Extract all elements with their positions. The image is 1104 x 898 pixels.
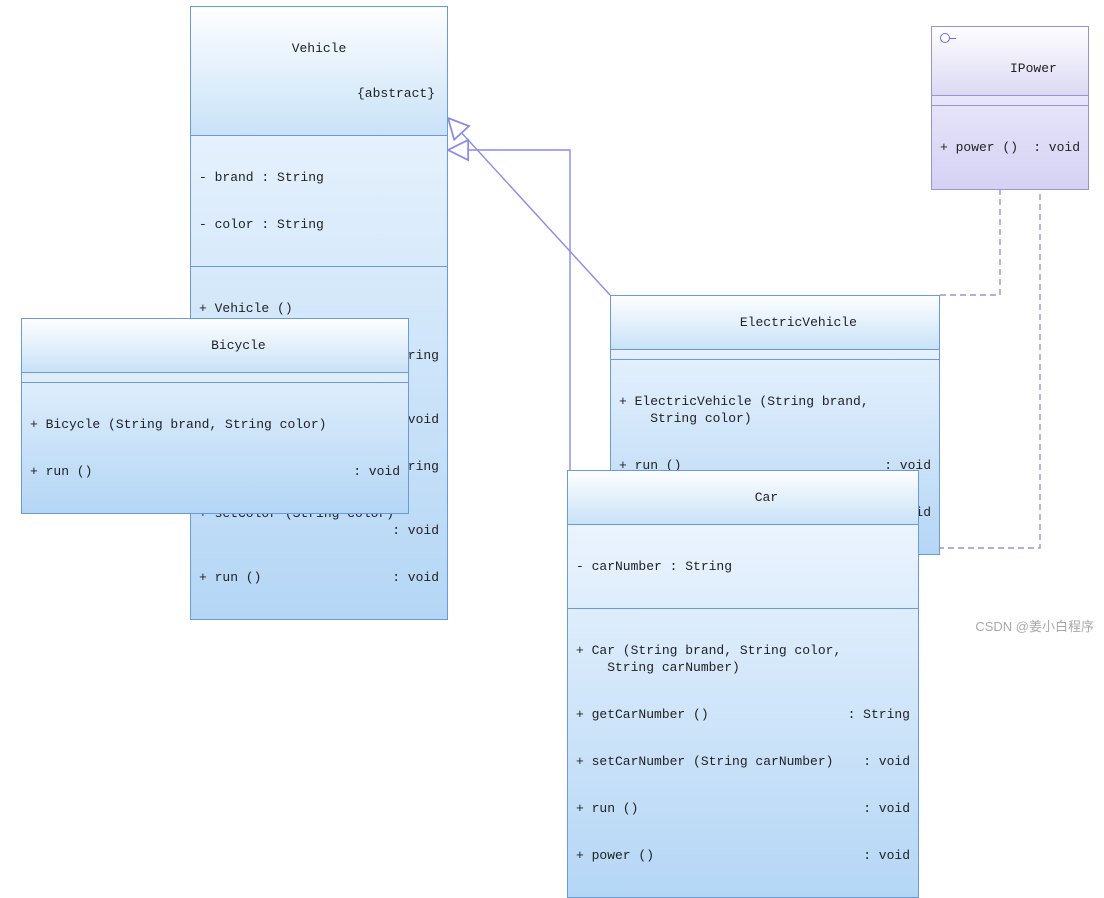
- op-power: + power (): void: [940, 139, 1080, 156]
- attributes-empty: [611, 350, 939, 360]
- class-name: IPower: [1010, 61, 1057, 76]
- class-bicycle[interactable]: Bicycle + Bicycle (String brand, String …: [21, 318, 409, 514]
- operations: + Bicycle (String brand, String color) +…: [22, 383, 408, 513]
- class-name: Bicycle: [211, 338, 266, 353]
- op-power: + power (): void: [576, 847, 910, 864]
- op-run: + run (): void: [199, 569, 439, 586]
- gen-electric-vehicle: [448, 118, 610, 295]
- uml-canvas: Vehicle {abstract} - brand : String - co…: [0, 0, 1104, 639]
- attributes: - brand : String - color : String: [191, 136, 447, 267]
- operations: + power (): void: [932, 106, 1088, 189]
- operations: + Car (String brand, String color, Strin…: [568, 609, 918, 897]
- interface-ipower[interactable]: IPower + power (): void: [931, 26, 1089, 190]
- op-ctor: + ElectricVehicle (String brand, String …: [619, 393, 931, 427]
- watermark: CSDN @姜小白程序: [975, 616, 1094, 635]
- class-title: Bicycle: [22, 319, 408, 373]
- class-name: Car: [755, 490, 778, 505]
- class-title: ElectricVehicle: [611, 296, 939, 350]
- op-run: + run (): void: [576, 800, 910, 817]
- stereotype-abstract: {abstract}: [197, 86, 441, 101]
- class-name: Vehicle: [197, 41, 441, 56]
- op-getCarNumber: + getCarNumber (): String: [576, 706, 910, 723]
- class-title: Car: [568, 471, 918, 525]
- op-ctor: + Vehicle (): [199, 300, 439, 317]
- gen-car-vehicle: [448, 150, 570, 470]
- op-run: + run (): void: [30, 463, 400, 480]
- op-ctor: + Bicycle (String brand, String color): [30, 416, 400, 433]
- attr-carNumber: - carNumber : String: [576, 558, 910, 575]
- class-title: IPower: [932, 27, 1088, 96]
- attributes-empty: [932, 96, 1088, 106]
- attr-brand: - brand : String: [199, 169, 439, 186]
- class-car[interactable]: Car - carNumber : String + Car (String b…: [567, 470, 919, 898]
- op-ctor: + Car (String brand, String color, Strin…: [576, 642, 910, 676]
- lollipop-icon: [940, 33, 950, 43]
- attributes: - carNumber : String: [568, 525, 918, 609]
- attr-color: - color : String: [199, 216, 439, 233]
- class-title: Vehicle {abstract}: [191, 7, 447, 136]
- attributes-empty: [22, 373, 408, 383]
- class-vehicle[interactable]: Vehicle {abstract} - brand : String - co…: [190, 6, 448, 620]
- class-name: ElectricVehicle: [740, 315, 857, 330]
- op-setCarNumber: + setCarNumber (String carNumber): void: [576, 753, 910, 770]
